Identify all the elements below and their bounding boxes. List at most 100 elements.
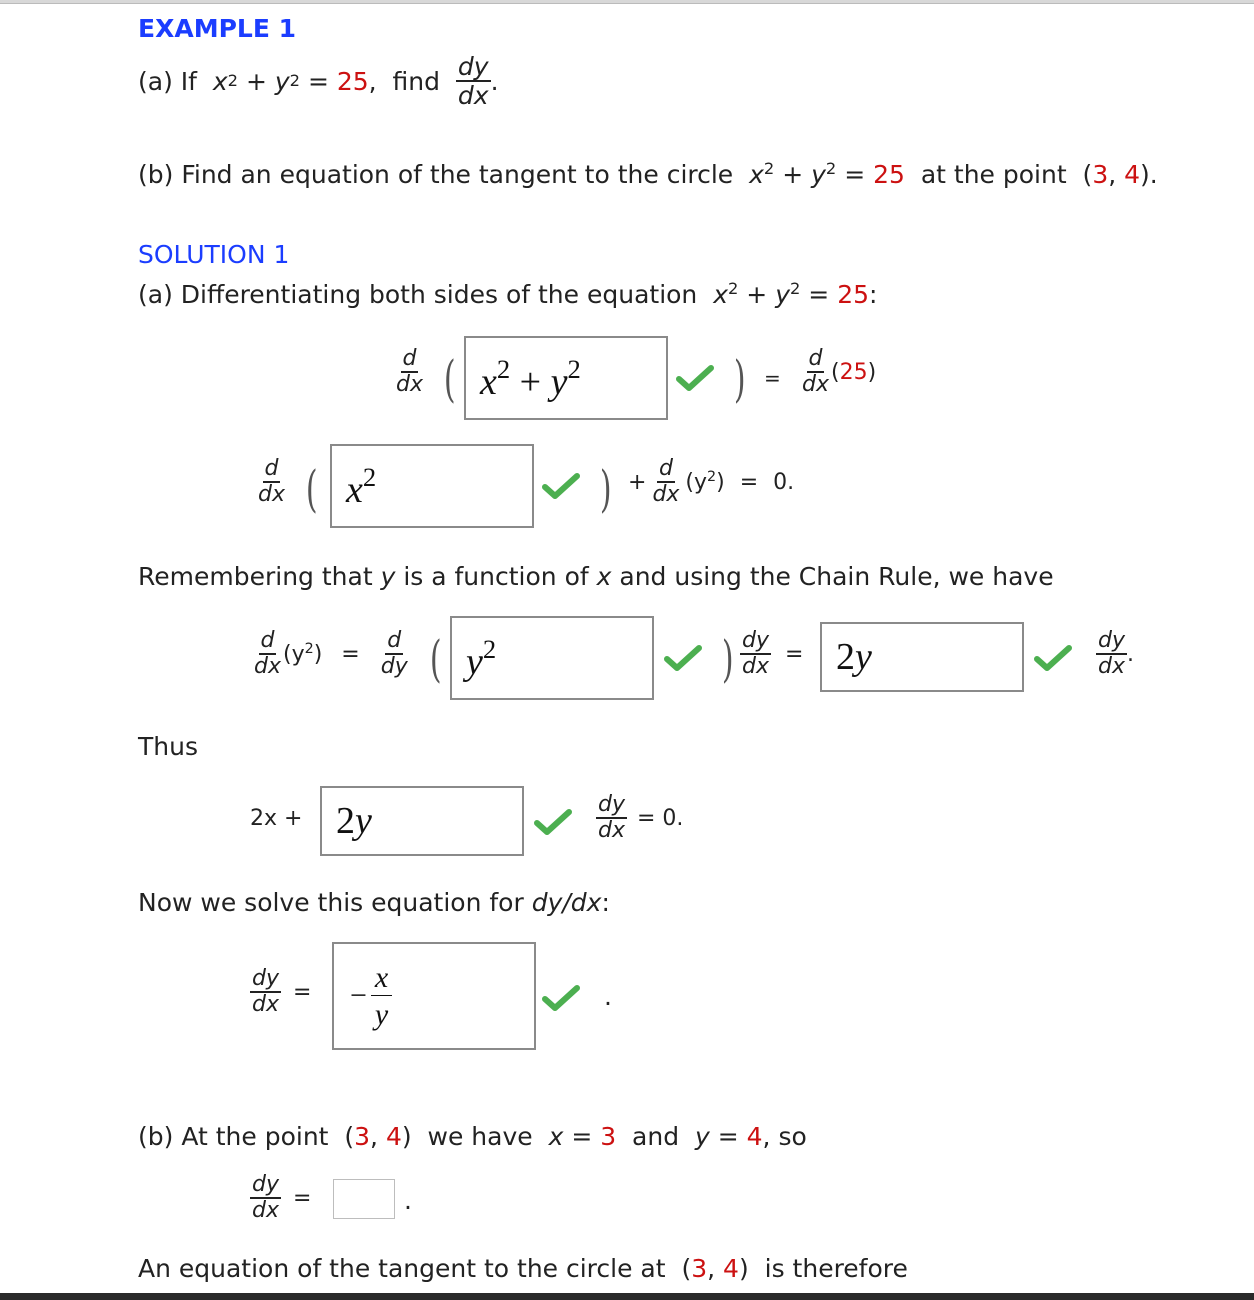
period: . (404, 1186, 412, 1215)
close-paren: ) (599, 460, 612, 518)
rhs-value: 25 (873, 160, 905, 189)
d-dx-operator: d dx (258, 456, 285, 507)
point-x: 3 (354, 1122, 371, 1151)
find-word: find (392, 66, 440, 96)
equals: = (307, 66, 329, 96)
checkmark-icon (534, 809, 572, 835)
dy-dx-fraction: dy dx (250, 1172, 281, 1223)
point-y: 4 (1124, 160, 1141, 189)
intro-prefix: (a) Differentiating both sides of the eq… (138, 280, 698, 309)
step3-end: dy dx. (1096, 628, 1134, 679)
checkmark-icon (542, 473, 580, 499)
example-part-a: (a) If x2 + y2 = 25, find dy dx. (138, 52, 499, 110)
exp: 2 (763, 159, 775, 179)
bottom-bar (0, 1293, 1254, 1300)
close-paren: ) (733, 350, 746, 408)
solution-part-a-intro: (a) Differentiating both sides of the eq… (138, 280, 877, 309)
step2-d-dx: d dx (256, 458, 287, 506)
equals: = (784, 641, 804, 667)
eq-y: y (775, 280, 790, 309)
rhs-value: 25 (837, 280, 869, 309)
d-dx-operator: d dx (396, 346, 423, 397)
close-paren: ) (721, 630, 734, 688)
top-border (0, 0, 1254, 4)
step1-rhs: d dx(25) (802, 346, 877, 397)
colon: : (869, 280, 878, 309)
eq-y: y (274, 66, 290, 96)
eq-x: x (713, 280, 728, 309)
eq-x: x (749, 160, 764, 189)
close-paren: ). (1140, 160, 1158, 189)
exp: 2 (789, 279, 801, 299)
equals: = (808, 280, 830, 309)
open-paren: ( (429, 630, 442, 688)
point-x: 3 (1092, 160, 1109, 189)
step2-rhs: + d dx (y2) = 0. (628, 456, 795, 507)
slope-answer-input[interactable] (333, 1179, 395, 1219)
dy-dx-fraction: dy dx (740, 628, 771, 679)
checkmark-icon (664, 645, 702, 671)
point-y: 4 (385, 1122, 402, 1151)
example-title: EXAMPLE 1 (138, 14, 297, 43)
period: . (490, 66, 499, 96)
rhs-value: 0. (773, 469, 795, 495)
solution-title: SOLUTION 1 (138, 240, 290, 269)
dy-dx-fraction: dy dx (250, 966, 281, 1017)
step3-answer-input-1[interactable]: y2 (450, 616, 654, 700)
plus: + (628, 469, 647, 495)
tangent-text: An equation of the tangent to the circle… (138, 1254, 908, 1283)
example-part-b: (b) Find an equation of the tangent to t… (138, 160, 1158, 189)
open-paren: ( (1082, 160, 1093, 189)
step5-answer-input[interactable]: − xy (332, 942, 536, 1050)
x-value: 3 (600, 1122, 617, 1151)
equals: = (739, 469, 759, 495)
y-value: 4 (746, 1122, 763, 1151)
step3-mid: dy dx = (740, 630, 803, 678)
mid-text: at the point (920, 160, 1067, 189)
exp: 2 (727, 279, 739, 299)
point-y: 4 (723, 1254, 739, 1283)
d-dx-operator: d dx (652, 456, 680, 507)
checkmark-icon (542, 985, 580, 1011)
rhs-value: = 0. (636, 805, 684, 831)
dy-dx-fraction: dy dx (455, 52, 491, 110)
solution-part-b: (b) At the point (3, 4) we have x = 3 an… (138, 1122, 807, 1151)
d-dx-operator: d dx (802, 346, 829, 397)
equals: = (292, 1185, 312, 1211)
step1-answer-input[interactable]: x2 + y2 (464, 336, 668, 420)
thus-label: Thus (138, 732, 198, 761)
dy-dx-fraction: dy dx (1096, 628, 1127, 679)
slope-lhs: dy dx = (250, 1174, 311, 1222)
equals: = (764, 366, 781, 390)
eq-x: x (212, 66, 228, 96)
step4-lhs: 2x + (250, 806, 303, 831)
part-b-prefix: (b) Find an equation of the tangent to t… (138, 160, 734, 189)
step3-answer-input-2[interactable]: 2y (820, 622, 1024, 692)
comma: , (368, 66, 377, 96)
exp: 2 (825, 159, 837, 179)
step1-d-dx: d dx (394, 348, 425, 396)
part-a-prefix: (a) If (138, 66, 197, 96)
equals: = (292, 979, 312, 1005)
step2-answer-input[interactable]: x2 (330, 444, 534, 528)
dy-dx-fraction: dy dx (596, 792, 627, 843)
step5-lhs: dy dx = (250, 968, 311, 1016)
d-dy-operator: d dy (380, 628, 408, 679)
plus: + (746, 280, 768, 309)
equals: = (844, 160, 866, 189)
rhs-value: 25 (839, 359, 868, 385)
sep: , (1108, 160, 1125, 189)
step3-lhs: d dx (y2) = d dy (254, 628, 408, 679)
equals: = (341, 641, 360, 667)
d-dx-operator: d dx (254, 628, 281, 679)
step4-answer-input[interactable]: 2y (320, 786, 524, 856)
rhs-value: 25 (336, 66, 369, 96)
period: . (604, 982, 612, 1011)
chain-rule-text: Remembering that y is a function of x an… (138, 562, 1054, 591)
step4-rhs: dy dx = 0. (596, 794, 683, 842)
point-x: 3 (691, 1254, 708, 1283)
solve-text: Now we solve this equation for dy/dx: (138, 888, 610, 917)
plus: + (245, 66, 267, 96)
open-paren: ( (443, 350, 456, 408)
plus: + (782, 160, 804, 189)
